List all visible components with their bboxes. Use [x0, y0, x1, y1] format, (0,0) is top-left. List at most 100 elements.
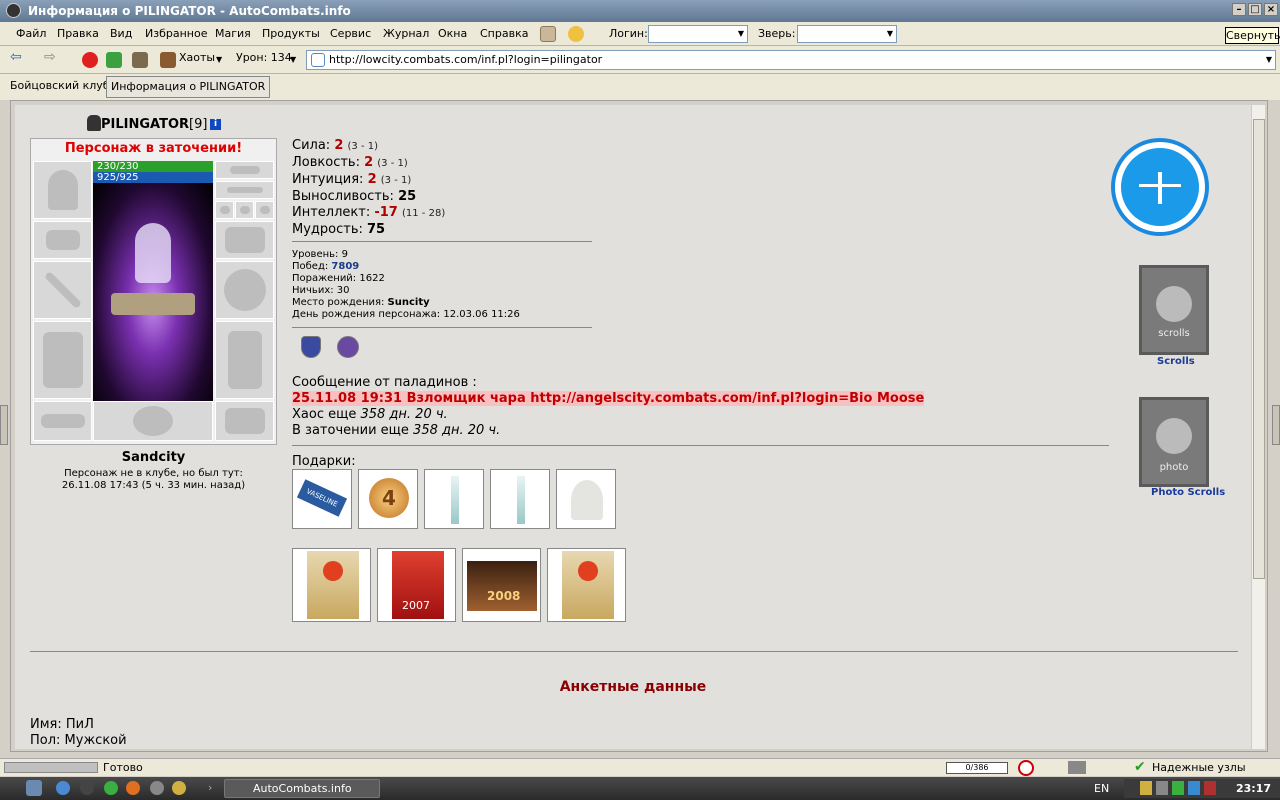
clock-icon[interactable] — [1018, 760, 1034, 776]
tray-icon-4[interactable] — [1188, 781, 1200, 795]
gift-angel[interactable] — [556, 469, 616, 529]
address-bar[interactable]: http://lowcity.combats.com/inf.pl?login=… — [306, 50, 1276, 70]
maximize-button[interactable]: □ — [1248, 3, 1262, 16]
armor-slot[interactable] — [33, 321, 92, 399]
stat-endurance: Выносливость: 25 — [292, 189, 417, 204]
stat-intuition: Интуиция: 2 (3 - 1) — [292, 172, 412, 187]
back-arrow-icon[interactable]: ⇦ — [10, 49, 22, 65]
left-panel-toggle[interactable] — [0, 405, 8, 445]
network-icon[interactable] — [1068, 761, 1086, 774]
traffic-counter: 0/386 — [946, 762, 1008, 774]
firefox-icon[interactable] — [126, 781, 140, 795]
gift-candle-2[interactable] — [490, 469, 550, 529]
chevron-down-icon[interactable]: ▼ — [735, 26, 747, 42]
brb-icon[interactable] — [540, 26, 556, 42]
boots-slot[interactable] — [215, 401, 274, 441]
tray-icon-3[interactable] — [1172, 781, 1184, 795]
divider — [30, 651, 1238, 652]
ornament-shape — [323, 561, 343, 581]
alignment-icon — [87, 115, 101, 131]
chevron-down-icon[interactable]: ▼ — [216, 55, 222, 64]
info-icon[interactable]: i — [210, 119, 221, 130]
address-url[interactable]: http://lowcity.combats.com/inf.pl?login=… — [329, 53, 602, 66]
gift-card-2007[interactable]: 2007 — [377, 548, 456, 622]
amulet-slot[interactable] — [215, 181, 274, 199]
ring-slot-3[interactable] — [255, 201, 274, 219]
chaos-button[interactable]: Хаоты — [179, 51, 215, 64]
character-name: PILINGATOR — [101, 117, 190, 132]
damage-button[interactable]: Урон: 134 — [236, 51, 292, 64]
gift-vaseline[interactable]: VASELINE — [292, 469, 352, 529]
tools-icon[interactable] — [132, 52, 148, 68]
order-badge-icon[interactable] — [337, 336, 359, 358]
page-content: PILINGATOR [9] i Персонаж в заточении! 2… — [15, 105, 1251, 749]
menu-products[interactable]: Продукты — [262, 27, 320, 40]
gloves-slot[interactable] — [215, 221, 274, 259]
menu-service[interactable]: Сервис — [330, 27, 371, 40]
quicklaunch-scroll-icon[interactable] — [172, 781, 186, 795]
clan-badge-icon[interactable] — [301, 336, 321, 358]
minimize-button[interactable]: – — [1232, 3, 1246, 16]
gift-card-3[interactable] — [547, 548, 626, 622]
photo-scrolls-banner-icon[interactable]: photo — [1139, 397, 1209, 487]
scrolls-link[interactable]: Scrolls — [1157, 356, 1195, 367]
menu-magic[interactable]: Магия — [215, 27, 251, 40]
chevron-down-icon[interactable]: ▼ — [884, 26, 896, 42]
start-icon[interactable] — [26, 780, 42, 796]
ring-slot-1[interactable] — [215, 201, 234, 219]
weapon-slot[interactable] — [33, 261, 92, 319]
menu-edit[interactable]: Правка — [57, 27, 99, 40]
chevron-right-icon[interactable]: › — [208, 781, 212, 794]
info-draws: Ничьих: 30 — [292, 285, 350, 296]
login-select[interactable]: ▼ — [648, 25, 748, 43]
belt-slot[interactable] — [33, 401, 92, 441]
earring-slot[interactable] — [215, 161, 274, 179]
neutral-alignment-icon[interactable] — [1111, 138, 1209, 236]
language-indicator[interactable]: EN — [1094, 782, 1109, 795]
quicklaunch-tool-icon[interactable] — [150, 781, 164, 795]
menu-windows[interactable]: Окна — [438, 27, 467, 40]
quicklaunch-combats-icon[interactable] — [80, 781, 94, 795]
shield-slot[interactable] — [215, 261, 274, 319]
menu-file[interactable]: Файл — [16, 27, 46, 40]
paladin-header: Сообщение от паладинов : — [292, 375, 477, 390]
tab-info-pilingator[interactable]: Информация о PILINGATOR — [106, 76, 271, 98]
chevron-down-icon[interactable]: ▼ — [290, 55, 296, 64]
scrolls-banner-icon[interactable]: scrolls — [1139, 265, 1209, 355]
ring-slot-2[interactable] — [235, 201, 254, 219]
menu-journal[interactable]: Журнал — [383, 27, 429, 40]
photo-scrolls-link[interactable]: Photo Scrolls — [1151, 487, 1225, 498]
gift-card-2008[interactable]: 2008 — [462, 548, 541, 622]
tab-fight-club[interactable]: Бойцовский клуб — [6, 76, 114, 98]
tray-icon-2[interactable] — [1156, 781, 1168, 795]
stop-icon[interactable] — [82, 52, 98, 68]
quicklaunch-ie-icon[interactable] — [56, 781, 70, 795]
taskbar-app-button[interactable]: AutoCombats.info — [224, 779, 380, 798]
tray-icon-5[interactable] — [1204, 781, 1216, 795]
bracer-slot[interactable] — [33, 221, 92, 259]
refresh-icon[interactable] — [106, 52, 122, 68]
gift-card-1[interactable] — [292, 548, 371, 622]
app-icon[interactable] — [6, 3, 21, 18]
card-year: 2008 — [487, 589, 521, 603]
info-birthday: День рождения персонажа: 12.03.06 11:26 — [292, 309, 520, 320]
quicklaunch-green-icon[interactable] — [104, 781, 118, 795]
close-button[interactable]: × — [1264, 3, 1278, 16]
leggings-slot[interactable] — [215, 321, 274, 399]
anketa-title: Анкетные данные — [559, 679, 707, 695]
smiley-icon[interactable] — [568, 26, 584, 42]
tray-icon-1[interactable] — [1140, 781, 1152, 795]
beast-select[interactable]: ▼ — [797, 25, 897, 43]
chevron-down-icon[interactable]: ▼ — [1263, 52, 1275, 68]
vertical-scrollbar[interactable] — [1251, 105, 1265, 749]
menu-favorites[interactable]: Избранное — [145, 27, 207, 40]
right-panel-toggle[interactable] — [1272, 405, 1280, 445]
gift-candle-1[interactable] — [424, 469, 484, 529]
stats-block: Сила: 2 (3 - 1) Ловкость: 2 (3 - 1) Инту… — [292, 138, 445, 238]
helmet-slot[interactable] — [33, 161, 92, 219]
gift-medal-4[interactable]: 4 — [358, 469, 418, 529]
menu-view[interactable]: Вид — [110, 27, 132, 40]
menu-help[interactable]: Справка — [480, 27, 528, 40]
scrollbar-thumb[interactable] — [1253, 119, 1265, 579]
forward-arrow-icon[interactable]: ⇨ — [44, 49, 56, 65]
